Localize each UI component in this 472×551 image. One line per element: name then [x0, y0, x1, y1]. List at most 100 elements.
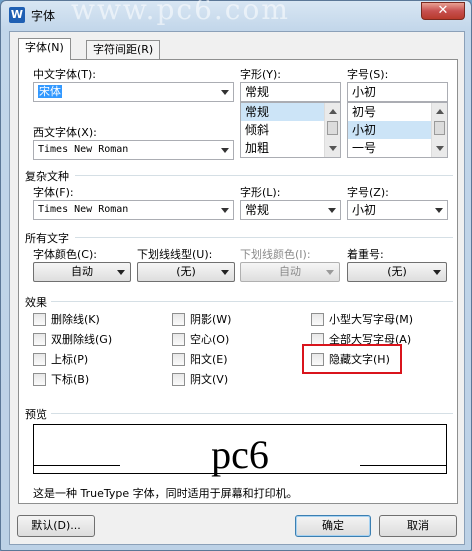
- checkbox-box: [33, 353, 46, 366]
- small-caps-checkbox[interactable]: 小型大写字母(M): [311, 313, 413, 327]
- group-divider: [75, 175, 453, 176]
- western-font-label: 西文字体(X):: [33, 126, 97, 139]
- outline-checkbox[interactable]: 空心(O): [172, 333, 229, 347]
- dialog-title: 字体: [31, 9, 56, 23]
- tab-character-spacing[interactable]: 字符间距(R): [86, 40, 161, 60]
- complex-font-value: Times New Roman: [38, 204, 129, 215]
- emphasis-mark-value: (无): [387, 265, 407, 278]
- complex-style-value: 常规: [245, 203, 270, 217]
- underline-style-label: 下划线线型(U):: [137, 248, 213, 261]
- complex-group-title: 复杂文种: [25, 170, 69, 183]
- complex-font-label: 字体(F):: [33, 186, 74, 199]
- checkbox-label: 阴影(W): [190, 313, 232, 326]
- emphasis-mark-dropdown[interactable]: (无): [347, 262, 447, 282]
- scroll-down-icon: [436, 146, 444, 151]
- superscript-checkbox[interactable]: 上标(P): [33, 353, 88, 367]
- tab-font[interactable]: 字体(N): [18, 38, 71, 60]
- chinese-font-label: 中文字体(T):: [33, 68, 97, 81]
- size-list[interactable]: 初号 小初 一号: [347, 102, 448, 158]
- dialog-client: 字体(N) 字符间距(R) 中文字体(T): 宋体 字形(Y): 常规 常规 倾…: [9, 31, 465, 545]
- preview-baseline-left: [34, 465, 120, 466]
- list-item[interactable]: 倾斜: [241, 121, 324, 139]
- checkbox-label: 空心(O): [190, 333, 230, 346]
- group-divider: [51, 301, 453, 302]
- group-divider: [51, 413, 453, 414]
- checkbox-box: [172, 313, 185, 326]
- style-scrollbar[interactable]: [324, 103, 340, 157]
- complex-font-combo[interactable]: Times New Roman: [33, 200, 234, 220]
- list-item[interactable]: 常规: [241, 103, 324, 121]
- font-tab-panel: 中文字体(T): 宋体 字形(Y): 常规 常规 倾斜 加粗 字号(S): 小初: [18, 59, 458, 504]
- underline-color-value: 自动: [279, 265, 301, 278]
- highlight-annotation-box: [302, 344, 402, 374]
- scroll-thumb[interactable]: [434, 121, 445, 135]
- font-color-dropdown[interactable]: 自动: [33, 262, 131, 282]
- dropdown-arrow-icon: [221, 270, 229, 275]
- double-strikethrough-checkbox[interactable]: 双删除线(G): [33, 333, 112, 347]
- complex-style-combo[interactable]: 常规: [240, 200, 341, 220]
- chinese-font-combo[interactable]: 宋体: [33, 82, 234, 102]
- checkbox-label: 小型大写字母(M): [329, 313, 414, 326]
- dropdown-arrow-icon: [221, 208, 229, 213]
- style-input[interactable]: 常规: [240, 82, 341, 102]
- western-font-combo[interactable]: Times New Roman: [33, 140, 234, 160]
- watermark: www.pc6.com: [71, 0, 290, 26]
- wps-writer-icon: W: [9, 7, 25, 23]
- western-font-value: Times New Roman: [38, 144, 129, 155]
- shadow-checkbox[interactable]: 阴影(W): [172, 313, 231, 327]
- preview-group-title: 预览: [25, 408, 47, 421]
- ok-button[interactable]: 确定: [295, 515, 371, 537]
- emphasis-mark-label: 着重号:: [347, 248, 384, 261]
- list-item[interactable]: 加粗: [241, 139, 324, 157]
- cancel-button[interactable]: 取消: [379, 515, 457, 537]
- checkbox-box: [172, 373, 185, 386]
- all-text-group-title: 所有文字: [25, 232, 69, 245]
- underline-color-label: 下划线颜色(I):: [240, 248, 311, 261]
- underline-style-dropdown[interactable]: (无): [137, 262, 235, 282]
- checkbox-box: [172, 353, 185, 366]
- emboss-checkbox[interactable]: 阳文(E): [172, 353, 228, 367]
- engrave-checkbox[interactable]: 阴文(V): [172, 373, 228, 387]
- size-label: 字号(S):: [347, 68, 389, 81]
- scroll-up-icon: [436, 109, 444, 114]
- close-button[interactable]: ✕: [421, 2, 465, 20]
- size-input[interactable]: 小初: [347, 82, 448, 102]
- list-item[interactable]: 一号: [348, 139, 431, 157]
- checkbox-label: 阳文(E): [190, 353, 228, 366]
- scroll-down-icon: [329, 146, 337, 151]
- preview-description: 这是一种 TrueType 字体，同时适用于屏幕和打印机。: [33, 487, 298, 500]
- scroll-thumb[interactable]: [327, 121, 338, 135]
- checkbox-label: 上标(P): [51, 353, 89, 366]
- dropdown-arrow-icon: [328, 208, 336, 213]
- list-item[interactable]: 小初: [348, 121, 431, 139]
- size-scrollbar[interactable]: [431, 103, 447, 157]
- dropdown-arrow-icon: [435, 208, 443, 213]
- style-label: 字形(Y):: [240, 68, 282, 81]
- checkbox-box: [172, 333, 185, 346]
- font-color-value: 自动: [71, 265, 93, 278]
- underline-style-value: (无): [176, 265, 196, 278]
- dropdown-arrow-icon: [221, 148, 229, 153]
- dropdown-arrow-icon: [117, 270, 125, 275]
- underline-color-dropdown: 自动: [240, 262, 340, 282]
- subscript-checkbox[interactable]: 下标(B): [33, 373, 89, 387]
- preview-box: pc6: [33, 424, 447, 477]
- list-item[interactable]: 初号: [348, 103, 431, 121]
- scroll-up-icon: [329, 109, 337, 114]
- complex-size-combo[interactable]: 小初: [347, 200, 448, 220]
- checkbox-box: [33, 373, 46, 386]
- checkbox-label: 阴文(V): [190, 373, 229, 386]
- default-button[interactable]: 默认(D)...: [17, 515, 95, 537]
- checkbox-label: 双删除线(G): [51, 333, 113, 346]
- strikethrough-checkbox[interactable]: 删除线(K): [33, 313, 100, 327]
- dropdown-arrow-icon: [221, 90, 229, 95]
- preview-sample-text: pc6: [211, 432, 269, 477]
- dropdown-arrow-icon: [433, 270, 441, 275]
- checkbox-box: [33, 313, 46, 326]
- checkbox-box: [311, 313, 324, 326]
- complex-style-label: 字形(L):: [240, 186, 281, 199]
- chinese-font-value: 宋体: [38, 85, 62, 98]
- dropdown-arrow-icon: [326, 270, 334, 275]
- style-list[interactable]: 常规 倾斜 加粗: [240, 102, 341, 158]
- font-color-label: 字体颜色(C):: [33, 248, 97, 261]
